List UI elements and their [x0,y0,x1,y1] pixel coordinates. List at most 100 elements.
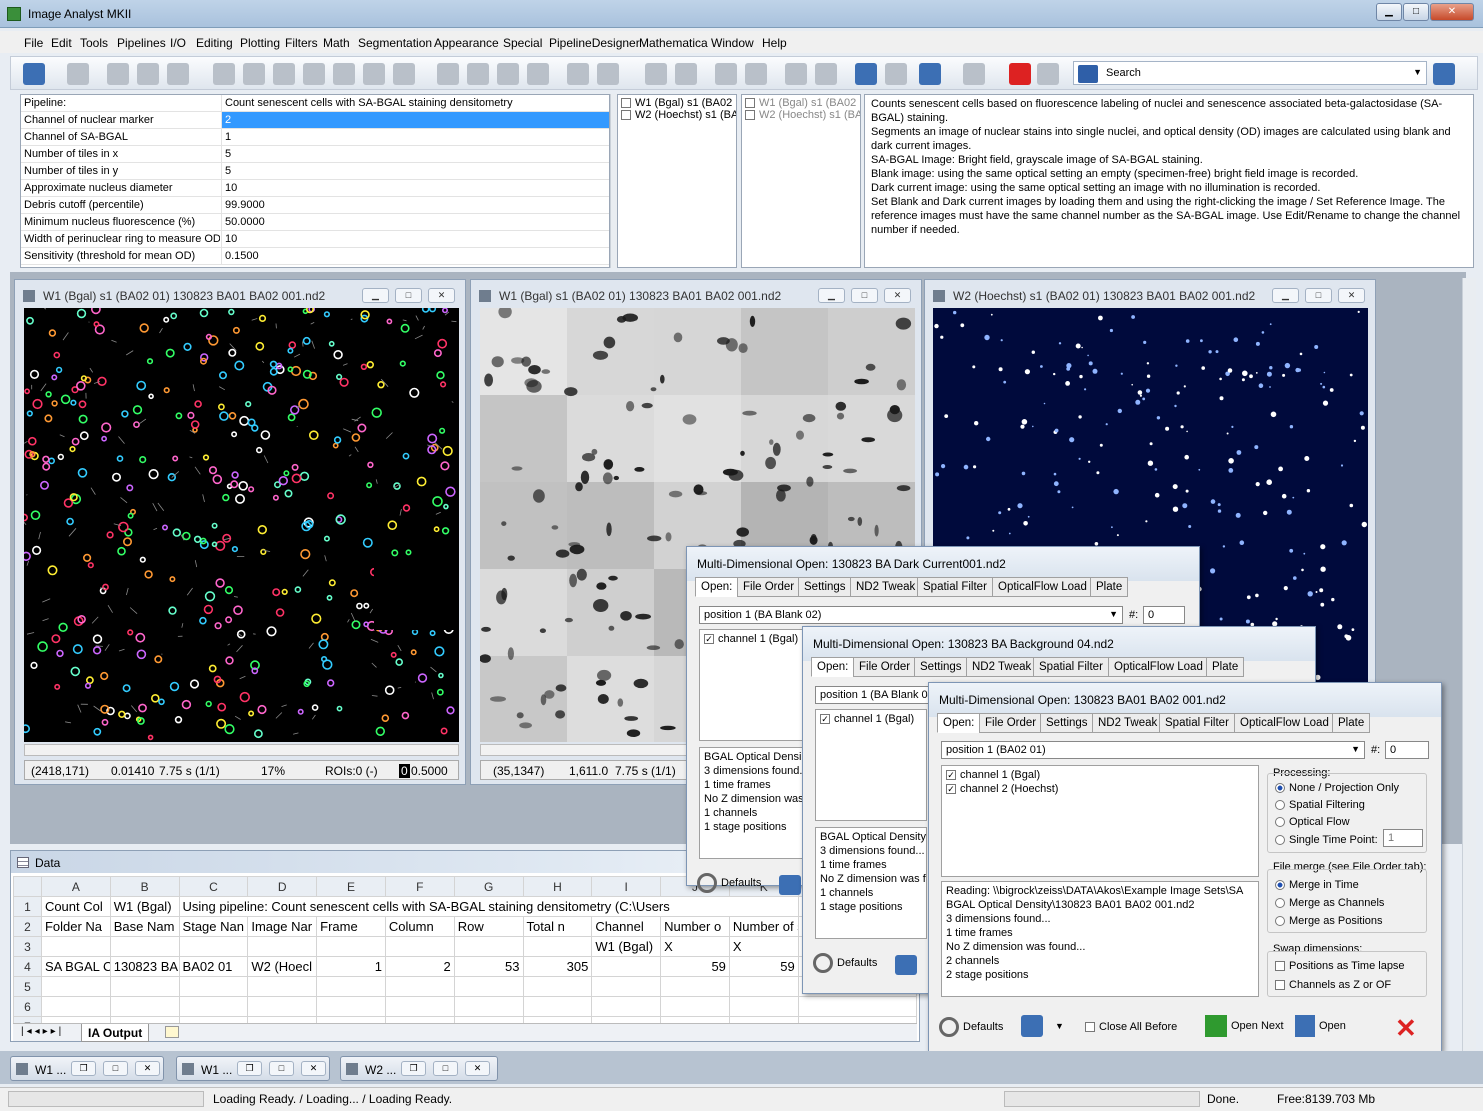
table-cell[interactable] [316,996,386,1017]
table-cell[interactable]: Row [453,916,524,937]
table-cell[interactable] [40,976,111,997]
roi-tool-icon[interactable] [273,63,295,85]
table-cell[interactable]: 305 [522,956,593,977]
restore-button[interactable]: ❐ [71,1061,96,1076]
close-button[interactable]: ✕ [465,1061,490,1076]
defaults-button[interactable]: Defaults [697,873,777,903]
minimize-button[interactable]: ▁ [818,288,845,303]
table-cell[interactable] [384,936,455,957]
column-header[interactable]: C [178,876,249,897]
minimize-button[interactable]: ▁ [1272,288,1299,303]
check-channels-as-z[interactable]: Channels as Z or OF [1275,979,1391,991]
param-value-input[interactable]: 99.9000 [221,197,609,213]
mark-icon[interactable] [1037,63,1059,85]
tab-plate[interactable]: Plate [1090,577,1129,597]
table-cell[interactable]: 1 [316,956,386,977]
table-cell[interactable]: Image Nar [247,916,318,937]
row-header[interactable]: 2 [13,916,42,937]
row-header[interactable]: 6 [13,996,42,1017]
checkbox[interactable] [1085,1022,1095,1033]
param-value-input[interactable]: 10 [221,231,609,247]
open-file-icon[interactable] [23,63,45,85]
tab-open[interactable]: Open: [937,713,981,733]
radio[interactable] [1275,783,1285,794]
tab-spatial-filter[interactable]: Spatial Filter [1033,657,1109,677]
table-cell[interactable]: Number o [660,916,730,937]
check-positions-as-time-lapse[interactable]: Positions as Time lapse [1275,960,1405,972]
table-cell[interactable] [728,976,799,997]
stop-icon[interactable] [963,63,985,85]
list-item[interactable]: W1 (Bgal) s1 (BA02 [621,97,733,109]
tab-nd2-tweak[interactable]: ND2 Tweak [966,657,1038,677]
copy-icon[interactable] [137,63,159,85]
table-cell[interactable]: Stage Nan [178,916,249,937]
table-cell[interactable]: SA BGAL C [40,956,111,977]
minimized-window-1[interactable]: W1 ... ❐ □ ✕ [10,1056,164,1081]
close-button[interactable]: ✕ [1338,288,1365,303]
table-cell[interactable] [453,976,524,997]
menu-appearance[interactable]: Appearance [434,36,499,50]
checkbox[interactable]: ✓ [946,770,956,781]
table-cell[interactable]: Count Col [40,896,111,917]
roi-delete-icon[interactable] [363,63,385,85]
tab-settings[interactable]: Settings [798,577,852,597]
menu-special[interactable]: Special [503,36,542,50]
menu-pipelinedesigner[interactable]: PipelineDesigner [549,36,640,50]
spreadsheet-grid[interactable]: A B C D E F G H I J K 1 Count Col W1 (Bgal) Using pipe… [13,876,918,1037]
zoom-icon[interactable] [213,63,235,85]
table-cell[interactable] [384,976,455,997]
defaults-button[interactable]: Defaults [813,953,893,983]
layer-add-icon[interactable] [467,63,489,85]
tab-nd2-tweak[interactable]: ND2 Tweak [850,577,922,597]
table-cell[interactable]: 130823 BA [109,956,180,977]
table-cell[interactable]: W1 (Bgal) [109,896,180,917]
tab-opticalflow-load[interactable]: OpticalFlow Load [1234,713,1335,733]
stack-copy-icon[interactable] [597,63,619,85]
table-cell[interactable] [178,976,249,997]
table-cell[interactable] [109,996,180,1017]
row-header[interactable]: 4 [13,956,42,977]
chevron-down-icon[interactable]: ▼ [1413,67,1422,77]
row-header[interactable]: 5 [13,976,42,997]
tab-nd2-tweak[interactable]: ND2 Tweak [1092,713,1164,733]
checkbox[interactable] [621,98,631,109]
search-combo[interactable]: Search ▼ [1073,61,1427,85]
table-cell[interactable]: Number of segmen [728,916,799,937]
tab-spatial-filter[interactable]: Spatial Filter [1159,713,1235,733]
cut-icon[interactable] [167,63,189,85]
tab-file-order[interactable]: File Order [737,577,801,597]
menu-help[interactable]: Help [762,36,787,50]
row-header[interactable]: 3 [13,936,42,957]
table-cell[interactable]: 2 [384,956,455,977]
checkbox[interactable] [1275,961,1285,972]
table-cell[interactable]: 59 [728,956,799,977]
table-cell[interactable]: Total n [522,916,593,937]
menu-plotting[interactable]: Plotting [240,36,280,50]
position-number-stepper[interactable]: 0 [1385,741,1429,759]
radio[interactable] [1275,800,1285,811]
minimized-window-2[interactable]: W1 ... ❐ □ ✕ [176,1056,330,1081]
table-cell[interactable] [316,976,386,997]
roi-polygon-icon[interactable] [303,63,325,85]
refresh-icon[interactable] [675,63,697,85]
checkbox[interactable] [1275,980,1285,991]
radio-optical-flow[interactable]: Optical Flow [1275,816,1350,828]
radio-merge-as-channels[interactable]: Merge as Channels [1275,897,1384,909]
list-item[interactable]: ✓ channel 1 (Bgal) [820,712,922,726]
table-cell[interactable] [247,936,318,957]
pipeline-run-icon[interactable] [855,63,877,85]
param-value-input[interactable]: 10 [221,180,609,196]
radio[interactable] [1275,880,1285,891]
table-cell[interactable] [453,996,524,1017]
menu-tools[interactable]: Tools [80,36,108,50]
segmented-image-canvas[interactable] [24,308,459,742]
pointer-icon[interactable] [243,63,265,85]
position-number-stepper[interactable]: 0 [1143,606,1185,624]
radio[interactable] [1275,817,1285,828]
checkbox[interactable] [745,110,755,121]
table-cell[interactable] [591,976,662,997]
minimized-window-3[interactable]: W2 ... ❐ □ ✕ [340,1056,498,1081]
minimize-button[interactable]: ▁ [1376,3,1402,21]
table-cell[interactable]: Base Nam [109,916,180,937]
tab-file-order[interactable]: File Order [979,713,1043,733]
